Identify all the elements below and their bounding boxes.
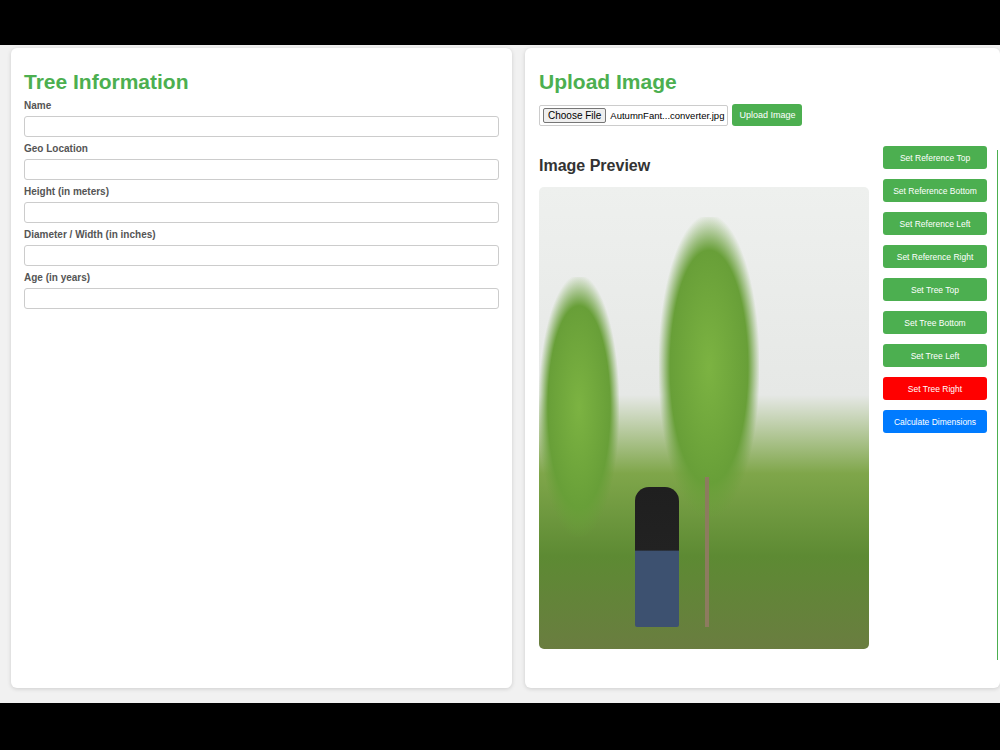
field-label: Age (in years)	[24, 272, 499, 283]
set-point-button[interactable]: Set Reference Right	[883, 245, 987, 268]
form-field: Name	[24, 100, 499, 137]
set-point-button[interactable]: Set Tree Top	[883, 278, 987, 301]
text-input[interactable]	[24, 245, 499, 266]
tree-info-card: Tree Information Name Geo Location Height (…	[11, 48, 512, 688]
preview-image[interactable]	[539, 187, 869, 649]
button-column: Set Reference Top Set Reference Bottom Set…	[883, 146, 987, 649]
set-point-button[interactable]: Set Tree Left	[883, 344, 987, 367]
set-point-button[interactable]: Set Reference Bottom	[883, 179, 987, 202]
bottom-bar	[0, 703, 1000, 750]
file-input[interactable]: Choose File AutumnFant...converter.jpg	[539, 105, 728, 126]
set-point-button[interactable]: Set Reference Left	[883, 212, 987, 235]
upload-card: Upload Image Choose File AutumnFant...conv…	[525, 48, 1000, 688]
field-label: Geo Location	[24, 143, 499, 154]
set-point-button[interactable]: Set Tree Right	[883, 377, 987, 400]
form-field: Height (in meters)	[24, 186, 499, 223]
file-name: AutumnFant...converter.jpg	[610, 110, 724, 121]
app: Tree Information Name Geo Location Height (…	[0, 45, 1000, 703]
preview-title: Image Preview	[539, 157, 869, 175]
tree-info-title: Tree Information	[24, 70, 499, 94]
text-input[interactable]	[24, 288, 499, 309]
photo-trunk	[705, 477, 709, 627]
text-input[interactable]	[24, 159, 499, 180]
photo-person	[635, 487, 679, 627]
set-point-button[interactable]: Set Tree Bottom	[883, 311, 987, 334]
field-label: Height (in meters)	[24, 186, 499, 197]
calculate-button[interactable]: Calculate Dimensions	[883, 410, 987, 433]
choose-file-button[interactable]: Choose File	[543, 108, 606, 123]
field-label: Diameter / Width (in inches)	[24, 229, 499, 240]
top-bar	[0, 0, 1000, 45]
upload-title: Upload Image	[539, 70, 1000, 94]
photo-tree	[539, 277, 619, 537]
field-label: Name	[24, 100, 499, 111]
preview-column: Image Preview	[539, 146, 869, 649]
text-input[interactable]	[24, 116, 499, 137]
panel-edge	[997, 150, 998, 660]
form-field: Geo Location	[24, 143, 499, 180]
form-field: Age (in years)	[24, 272, 499, 309]
form-field: Diameter / Width (in inches)	[24, 229, 499, 266]
file-row: Choose File AutumnFant...converter.jpg Upl…	[539, 104, 1000, 126]
preview-area: Image PreviewSet Reference TopSet Refere…	[539, 146, 1000, 649]
upload-button[interactable]: Upload Image	[732, 104, 802, 126]
set-point-button[interactable]: Set Reference Top	[883, 146, 987, 169]
text-input[interactable]	[24, 202, 499, 223]
photo-tree	[659, 217, 759, 517]
